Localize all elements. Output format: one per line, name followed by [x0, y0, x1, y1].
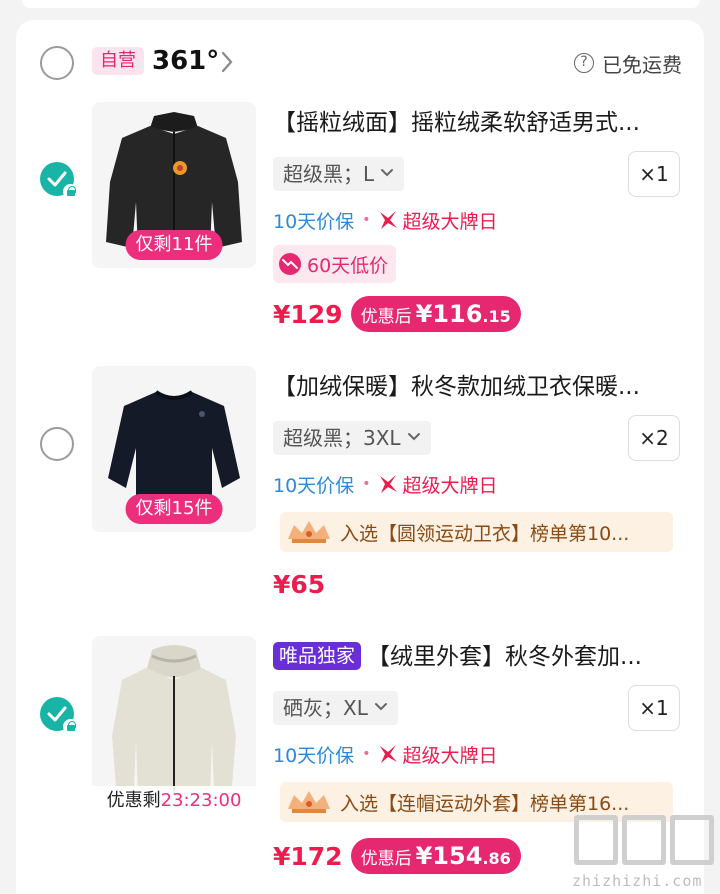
- sku-value: 超级黑；L: [283, 162, 375, 186]
- checkmark-icon: [47, 706, 67, 722]
- separator-dot: •: [362, 212, 371, 228]
- sku-value: 硒灰；XL: [283, 696, 368, 720]
- price-row: ¥129 优惠后 ¥116 .15: [273, 295, 521, 333]
- product-title-text: 【绒里外套】秋冬外套加...: [367, 644, 642, 670]
- exclusive-tag: 唯品独家: [273, 642, 362, 670]
- separator-dot: •: [362, 746, 371, 762]
- chevron-down-icon: [381, 169, 394, 177]
- help-icon[interactable]: ?: [574, 53, 594, 73]
- service-tags: 10天价保 • 超级大牌日: [273, 739, 497, 769]
- after-discount-label: 优惠后: [360, 849, 412, 869]
- ranking-banner[interactable]: 入选【圆领运动卫衣】榜单第10...: [280, 512, 673, 552]
- original-price: ¥172: [273, 841, 343, 871]
- countdown-label: 优惠剩: [106, 790, 161, 811]
- separator-dot: •: [362, 476, 371, 492]
- product-title[interactable]: 唯品独家 【绒里外套】秋冬外套加...: [273, 640, 683, 674]
- brand-day-tag: 超级大牌日: [378, 471, 497, 498]
- product-image[interactable]: 优惠剩23:23:00: [92, 636, 256, 816]
- star-burst-icon: [380, 745, 398, 763]
- price-guarantee-tag: 10天价保: [273, 474, 355, 497]
- crown-icon: [286, 519, 332, 545]
- crown-icon: [286, 789, 332, 815]
- lock-icon: [63, 184, 78, 199]
- price-row: ¥172 优惠后 ¥154 .86: [273, 837, 521, 875]
- brand-day-tag: 超级大牌日: [378, 207, 497, 234]
- quantity-button[interactable]: ×1: [628, 151, 680, 197]
- after-discount-label: 优惠后: [360, 307, 412, 327]
- product-title[interactable]: 【加绒保暖】秋冬款加绒卫衣保暖...: [273, 370, 683, 404]
- trend-down-icon: [279, 253, 301, 275]
- brand-day-label: 超级大牌日: [402, 744, 498, 767]
- countdown-time: 23:23:00: [160, 790, 242, 811]
- watermark-logo: [670, 815, 714, 865]
- sku-selector[interactable]: 硒灰；XL: [273, 691, 398, 725]
- quantity-button[interactable]: ×2: [628, 415, 680, 461]
- quantity-button[interactable]: ×1: [628, 685, 680, 731]
- watermark-logo: [574, 815, 618, 865]
- brand-day-label: 超级大牌日: [402, 474, 498, 497]
- shipping-info[interactable]: ? 已免运费: [574, 48, 682, 78]
- product-image[interactable]: 仅剩11件: [92, 102, 256, 268]
- discounted-price-badge: 优惠后 ¥154 .86: [350, 838, 521, 874]
- after-discount-cents: .15: [482, 307, 511, 326]
- chevron-down-icon: [374, 703, 387, 711]
- brand-day-label: 超级大牌日: [402, 210, 498, 233]
- after-discount-price: ¥154: [415, 842, 483, 870]
- sku-selector[interactable]: 超级黑；L: [273, 157, 405, 191]
- product-image[interactable]: 仅剩15件: [92, 366, 256, 532]
- watermark-domain: zhizhizhi.com: [572, 872, 703, 890]
- item-select-radio[interactable]: [40, 427, 74, 461]
- low-price-badge: 60天低价: [273, 245, 397, 283]
- chevron-right-icon[interactable]: [220, 50, 234, 74]
- ranking-text: 入选【圆领运动卫衣】榜单第10...: [340, 522, 630, 545]
- price-guarantee-tag: 10天价保: [273, 210, 355, 233]
- free-shipping-label: 已免运费: [602, 52, 682, 77]
- service-tags: 10天价保 • 超级大牌日: [273, 205, 497, 235]
- brand-day-tag: 超级大牌日: [378, 741, 497, 768]
- star-burst-icon: [380, 475, 398, 493]
- service-tags: 10天价保 • 超级大牌日: [273, 469, 497, 499]
- item-select-checkbox[interactable]: [40, 697, 78, 734]
- checkmark-icon: [47, 171, 67, 187]
- lock-icon: [63, 719, 78, 734]
- after-discount-price: ¥116: [415, 300, 483, 328]
- original-price: ¥65: [273, 569, 326, 599]
- price-row: ¥65: [273, 565, 325, 603]
- sku-value: 超级黑；3XL: [283, 426, 401, 450]
- previous-card-edge: [22, 0, 700, 8]
- stock-remaining-badge: 仅剩15件: [125, 494, 223, 524]
- after-discount-cents: .86: [482, 849, 511, 868]
- discounted-price-badge: 优惠后 ¥116 .15: [350, 296, 521, 332]
- chevron-down-icon: [407, 433, 420, 441]
- item-select-checkbox[interactable]: [40, 162, 78, 199]
- sku-selector[interactable]: 超级黑；3XL: [273, 421, 431, 455]
- ranking-text: 入选【连帽运动外套】榜单第16...: [340, 792, 630, 815]
- original-price: ¥129: [273, 299, 343, 329]
- low-price-label: 60天低价: [307, 254, 389, 277]
- price-guarantee-tag: 10天价保: [273, 744, 355, 767]
- countdown-bar: 优惠剩23:23:00: [92, 786, 256, 816]
- store-name[interactable]: 361°: [152, 44, 219, 78]
- stock-remaining-badge: 仅剩11件: [125, 230, 223, 260]
- store-select-radio[interactable]: [40, 46, 74, 80]
- site-watermark: zhizhizhi.com: [570, 815, 720, 894]
- store-header: 自营 361° ? 已免运费: [40, 44, 682, 82]
- self-operated-tag: 自营: [92, 47, 144, 75]
- star-burst-icon: [380, 211, 398, 229]
- watermark-logo: [622, 815, 666, 865]
- product-title[interactable]: 【摇粒绒面】摇粒绒柔软舒适男式...: [273, 106, 683, 140]
